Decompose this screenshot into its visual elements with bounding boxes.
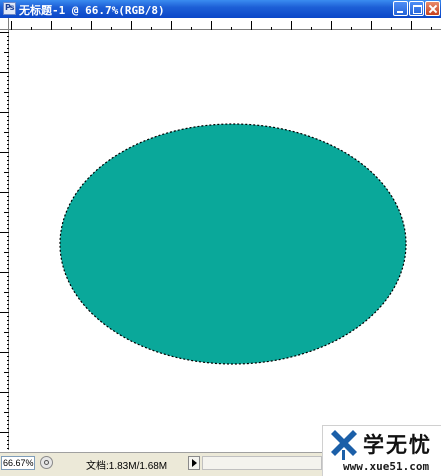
site-watermark: 学无忧 www.xue51.com: [322, 425, 441, 476]
document-size-info: 文档:1.83M/1.68M: [86, 461, 168, 472]
watermark-name: 学无忧: [363, 433, 432, 457]
ruler-origin[interactable]: [0, 18, 9, 30]
horizontal-scrollbar[interactable]: [202, 456, 322, 470]
ellipse-shape[interactable]: [59, 123, 407, 365]
minimize-button[interactable]: [393, 1, 408, 16]
watermark-logo-icon: [327, 430, 359, 462]
status-menu-arrow-icon[interactable]: [188, 456, 200, 470]
document-canvas[interactable]: [9, 30, 441, 450]
watermark-url: www.xue51.com: [343, 460, 430, 473]
vertical-ruler[interactable]: [0, 30, 9, 450]
status-info-icon[interactable]: [40, 456, 53, 469]
maximize-button[interactable]: [409, 1, 424, 16]
window-title: 无标题-1 @ 66.7%(RGB/8): [19, 4, 165, 17]
close-button[interactable]: [425, 1, 440, 16]
title-bar[interactable]: Ps 无标题-1 @ 66.7%(RGB/8): [0, 0, 441, 19]
vertical-ruler-ticks: [0, 32, 9, 449]
zoom-level-field[interactable]: 66.67%: [1, 456, 35, 470]
horizontal-ruler[interactable]: [9, 18, 441, 33]
photoshop-document-icon[interactable]: Ps: [3, 2, 16, 15]
